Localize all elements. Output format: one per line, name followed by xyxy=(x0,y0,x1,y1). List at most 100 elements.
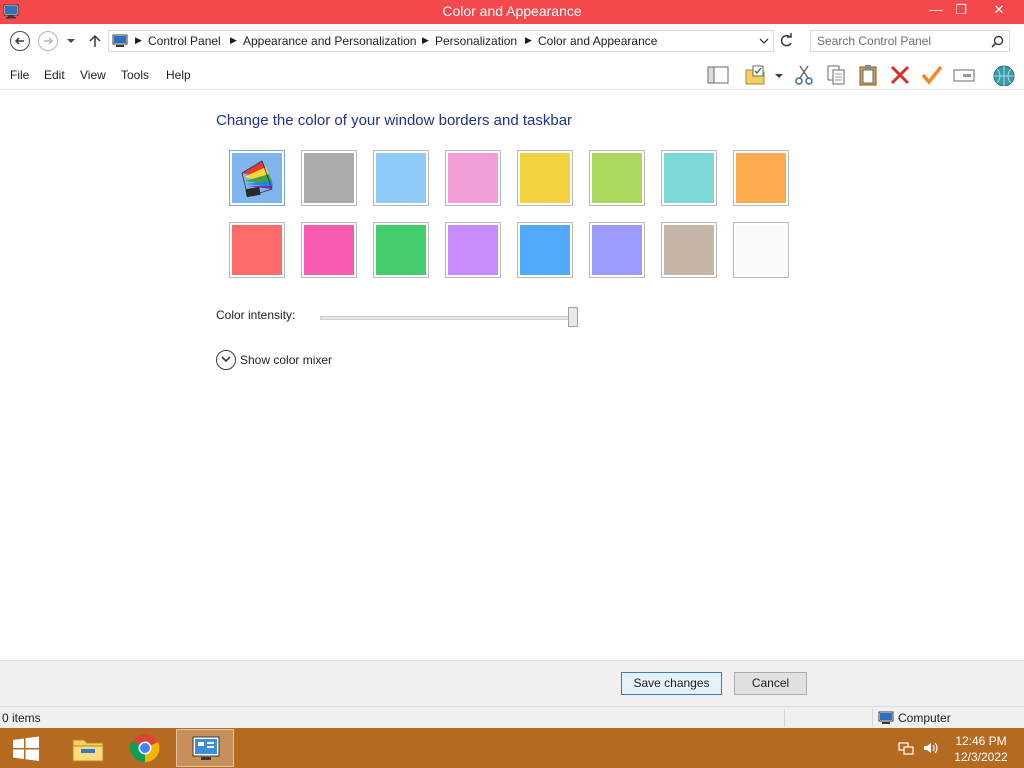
status-divider xyxy=(872,709,873,727)
control-panel-location-icon xyxy=(112,34,128,47)
system-clock[interactable]: 12:46 PM 12/3/2022 xyxy=(950,733,1012,765)
color-swatch-periwinkle[interactable] xyxy=(589,222,645,278)
forward-button[interactable] xyxy=(38,31,58,51)
swatch-fill xyxy=(520,225,570,275)
swatch-fill xyxy=(664,225,714,275)
window-title: Color and Appearance xyxy=(442,3,582,19)
volume-icon[interactable] xyxy=(922,740,938,756)
recent-locations-chevron-icon[interactable] xyxy=(66,37,76,45)
color-swatch-automatic[interactable] xyxy=(229,150,285,206)
color-swatch-red[interactable] xyxy=(229,222,285,278)
status-location: Computer xyxy=(898,711,951,725)
status-bar: 0 items Computer xyxy=(0,706,1024,728)
breadcrumb-separator-icon[interactable]: ▶ xyxy=(230,35,237,46)
forward-arrow-icon xyxy=(44,37,54,45)
check-icon[interactable] xyxy=(920,64,944,86)
breadcrumb-separator-icon[interactable]: ▶ xyxy=(422,35,429,46)
color-swatch-orange[interactable] xyxy=(733,150,789,206)
color-swatch-taupe[interactable] xyxy=(661,222,717,278)
color-swatch-pink[interactable] xyxy=(445,150,501,206)
show-color-mixer-button[interactable] xyxy=(216,350,236,370)
start-icon xyxy=(13,736,39,761)
swatch-fill xyxy=(304,225,354,275)
main-content: Change the color of your window borders … xyxy=(0,91,1024,660)
action-button-bar: Save changes Cancel xyxy=(0,660,1024,706)
back-button[interactable] xyxy=(10,31,30,51)
breadcrumb-appearance-personalization[interactable]: Appearance and Personalization xyxy=(243,34,416,48)
swatch-fill xyxy=(376,153,426,203)
network-icon[interactable] xyxy=(898,740,914,756)
menu-tools[interactable]: Tools xyxy=(121,68,149,82)
close-button[interactable]: ✕ xyxy=(980,0,1018,22)
file-explorer-icon xyxy=(72,739,104,762)
folder-checklist-icon[interactable] xyxy=(744,64,768,86)
menu-edit[interactable]: Edit xyxy=(44,68,65,82)
address-row: ▶ Control Panel ▶ Appearance and Persona… xyxy=(0,24,1024,60)
breadcrumb-personalization[interactable]: Personalization xyxy=(435,34,517,48)
search-input[interactable] xyxy=(817,34,985,48)
color-swatch-purple[interactable] xyxy=(445,222,501,278)
swatch-fill xyxy=(736,153,786,203)
breadcrumb-separator-icon[interactable]: ▶ xyxy=(525,35,532,46)
swatch-fill xyxy=(232,153,282,203)
color-swatch-magenta[interactable] xyxy=(301,222,357,278)
search-icon[interactable] xyxy=(991,35,1004,48)
item-count: 0 items xyxy=(2,711,41,725)
breadcrumb-separator-icon[interactable]: ▶ xyxy=(135,35,142,46)
clock-date: 12/3/2022 xyxy=(954,750,1008,764)
breadcrumb-control-panel[interactable]: Control Panel xyxy=(148,34,221,48)
maximize-button[interactable]: ❐ xyxy=(946,0,976,22)
search-box[interactable] xyxy=(810,30,1010,52)
taskbar-chrome[interactable] xyxy=(116,729,174,767)
rename-icon[interactable] xyxy=(952,64,976,86)
swatch-fill xyxy=(592,153,642,203)
chrome-icon xyxy=(130,734,160,763)
color-palette-icon xyxy=(241,160,273,198)
color-intensity-label: Color intensity: xyxy=(216,308,296,322)
title-bar: Color and Appearance — ❐ ✕ xyxy=(0,0,1024,24)
color-swatch-white[interactable] xyxy=(733,222,789,278)
chevron-down-icon xyxy=(221,356,231,363)
taskbar: 12:46 PM 12/3/2022 xyxy=(0,728,1024,768)
color-intensity-slider-track[interactable] xyxy=(320,316,578,320)
address-bar[interactable]: ▶ Control Panel ▶ Appearance and Persona… xyxy=(108,30,774,52)
up-arrow-icon[interactable] xyxy=(88,34,102,48)
color-swatch-light-blue[interactable] xyxy=(373,150,429,206)
start-button[interactable] xyxy=(0,729,58,767)
delete-icon[interactable] xyxy=(888,64,912,86)
layout-pane-icon[interactable] xyxy=(706,64,730,86)
menu-help[interactable]: Help xyxy=(166,68,191,82)
color-swatch-green[interactable] xyxy=(373,222,429,278)
swatch-fill xyxy=(736,225,786,275)
taskbar-control-panel[interactable] xyxy=(176,729,234,767)
color-swatch-teal[interactable] xyxy=(661,150,717,206)
taskbar-file-explorer[interactable] xyxy=(58,729,116,767)
swatch-fill xyxy=(664,153,714,203)
toolbar-dropdown-chevron-icon[interactable] xyxy=(772,64,786,86)
color-swatch-blue[interactable] xyxy=(517,222,573,278)
color-swatch-yellow[interactable] xyxy=(517,150,573,206)
copy-icon[interactable] xyxy=(824,64,848,86)
show-color-mixer-label[interactable]: Show color mixer xyxy=(240,353,332,367)
color-swatch-gray[interactable] xyxy=(301,150,357,206)
color-intensity-slider-thumb[interactable] xyxy=(568,307,578,327)
computer-icon xyxy=(878,711,894,724)
clock-time: 12:46 PM xyxy=(955,734,1007,748)
swatch-fill xyxy=(520,153,570,203)
menu-file[interactable]: File xyxy=(10,68,29,82)
control-panel-icon xyxy=(192,736,220,760)
color-swatch-lime[interactable] xyxy=(589,150,645,206)
breadcrumb-color-appearance[interactable]: Color and Appearance xyxy=(538,34,657,48)
swatch-fill xyxy=(448,153,498,203)
shell-icon[interactable] xyxy=(990,64,1018,86)
menu-view[interactable]: View xyxy=(80,68,106,82)
swatch-fill xyxy=(592,225,642,275)
cancel-button[interactable]: Cancel xyxy=(734,672,807,695)
save-changes-button[interactable]: Save changes xyxy=(621,672,722,695)
swatch-fill xyxy=(232,225,282,275)
paste-icon[interactable] xyxy=(856,64,880,86)
cut-icon[interactable] xyxy=(792,64,816,86)
address-dropdown-chevron-icon[interactable] xyxy=(759,37,769,45)
back-arrow-icon xyxy=(14,37,24,45)
refresh-icon[interactable] xyxy=(776,31,796,51)
